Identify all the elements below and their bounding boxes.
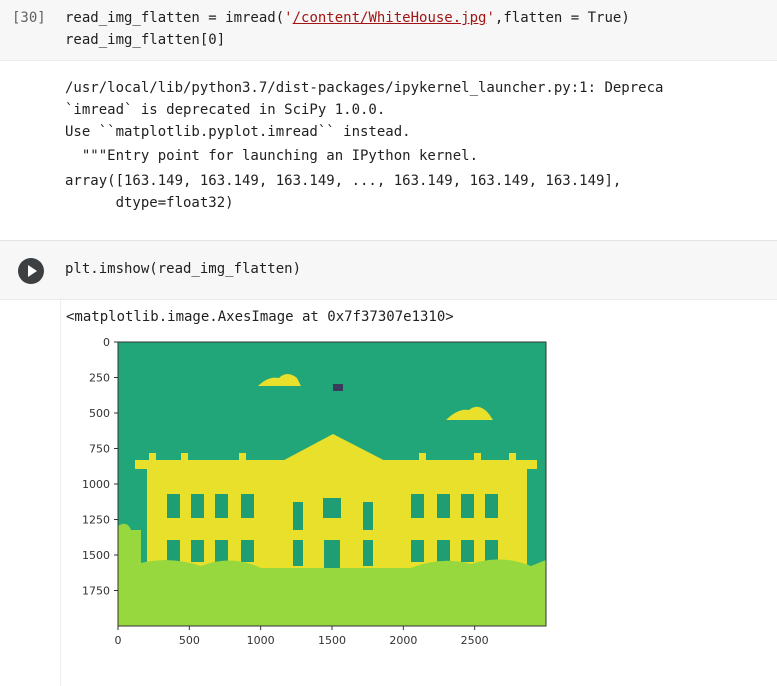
file-path-link[interactable]: /content/WhiteHouse.jpg bbox=[293, 10, 487, 26]
y-tick-label: 1500 bbox=[82, 549, 110, 562]
run-cell-button[interactable] bbox=[18, 258, 44, 284]
output-line: `imread` is deprecated in SciPy 1.0.0. bbox=[65, 102, 386, 118]
code-cell-1[interactable]: [30] read_img_flatten = imread('/content… bbox=[0, 0, 777, 61]
code-line-2[interactable]: read_img_flatten[0] bbox=[65, 29, 225, 51]
y-tick-label: 250 bbox=[89, 372, 110, 385]
execution-count: [30] bbox=[12, 10, 46, 26]
y-tick-label: 1000 bbox=[82, 478, 110, 491]
output-line: /usr/local/lib/python3.7/dist-packages/i… bbox=[65, 80, 664, 96]
x-tick-label: 2000 bbox=[389, 634, 417, 647]
x-tick-label: 0 bbox=[115, 634, 122, 647]
code-line-1[interactable]: read_img_flatten = imread('/content/Whit… bbox=[65, 7, 630, 29]
x-tick-label: 1000 bbox=[247, 634, 275, 647]
white-house-image bbox=[118, 342, 546, 626]
output-line: dtype=float32) bbox=[65, 195, 234, 211]
y-tick-label: 1250 bbox=[82, 514, 110, 527]
output-line: Use ``matplotlib.pyplot.imread`` instead… bbox=[65, 124, 411, 140]
x-tick-label: 2500 bbox=[461, 634, 489, 647]
x-tick-label: 500 bbox=[179, 634, 200, 647]
y-tick-label: 1750 bbox=[82, 585, 110, 598]
y-tick-label: 0 bbox=[103, 336, 110, 349]
y-tick-label: 500 bbox=[89, 407, 110, 420]
y-tick-label: 750 bbox=[89, 443, 110, 456]
output-line: array([163.149, 163.149, 163.149, ..., 1… bbox=[65, 173, 622, 189]
flag bbox=[333, 384, 343, 391]
x-tick-label: 1500 bbox=[318, 634, 346, 647]
code-line[interactable]: plt.imshow(read_img_flatten) bbox=[65, 258, 301, 280]
output-line: """Entry point for launching an IPython … bbox=[65, 148, 479, 164]
cell-output-2: <matplotlib.image.AxesImage at 0x7f37307… bbox=[60, 298, 777, 686]
code-cell-2[interactable]: plt.imshow(read_img_flatten) bbox=[0, 240, 777, 300]
imshow-plot: 0 500 1000 1500 2000 2500 0 250 500 750 1000 1250 15… bbox=[82, 336, 547, 647]
